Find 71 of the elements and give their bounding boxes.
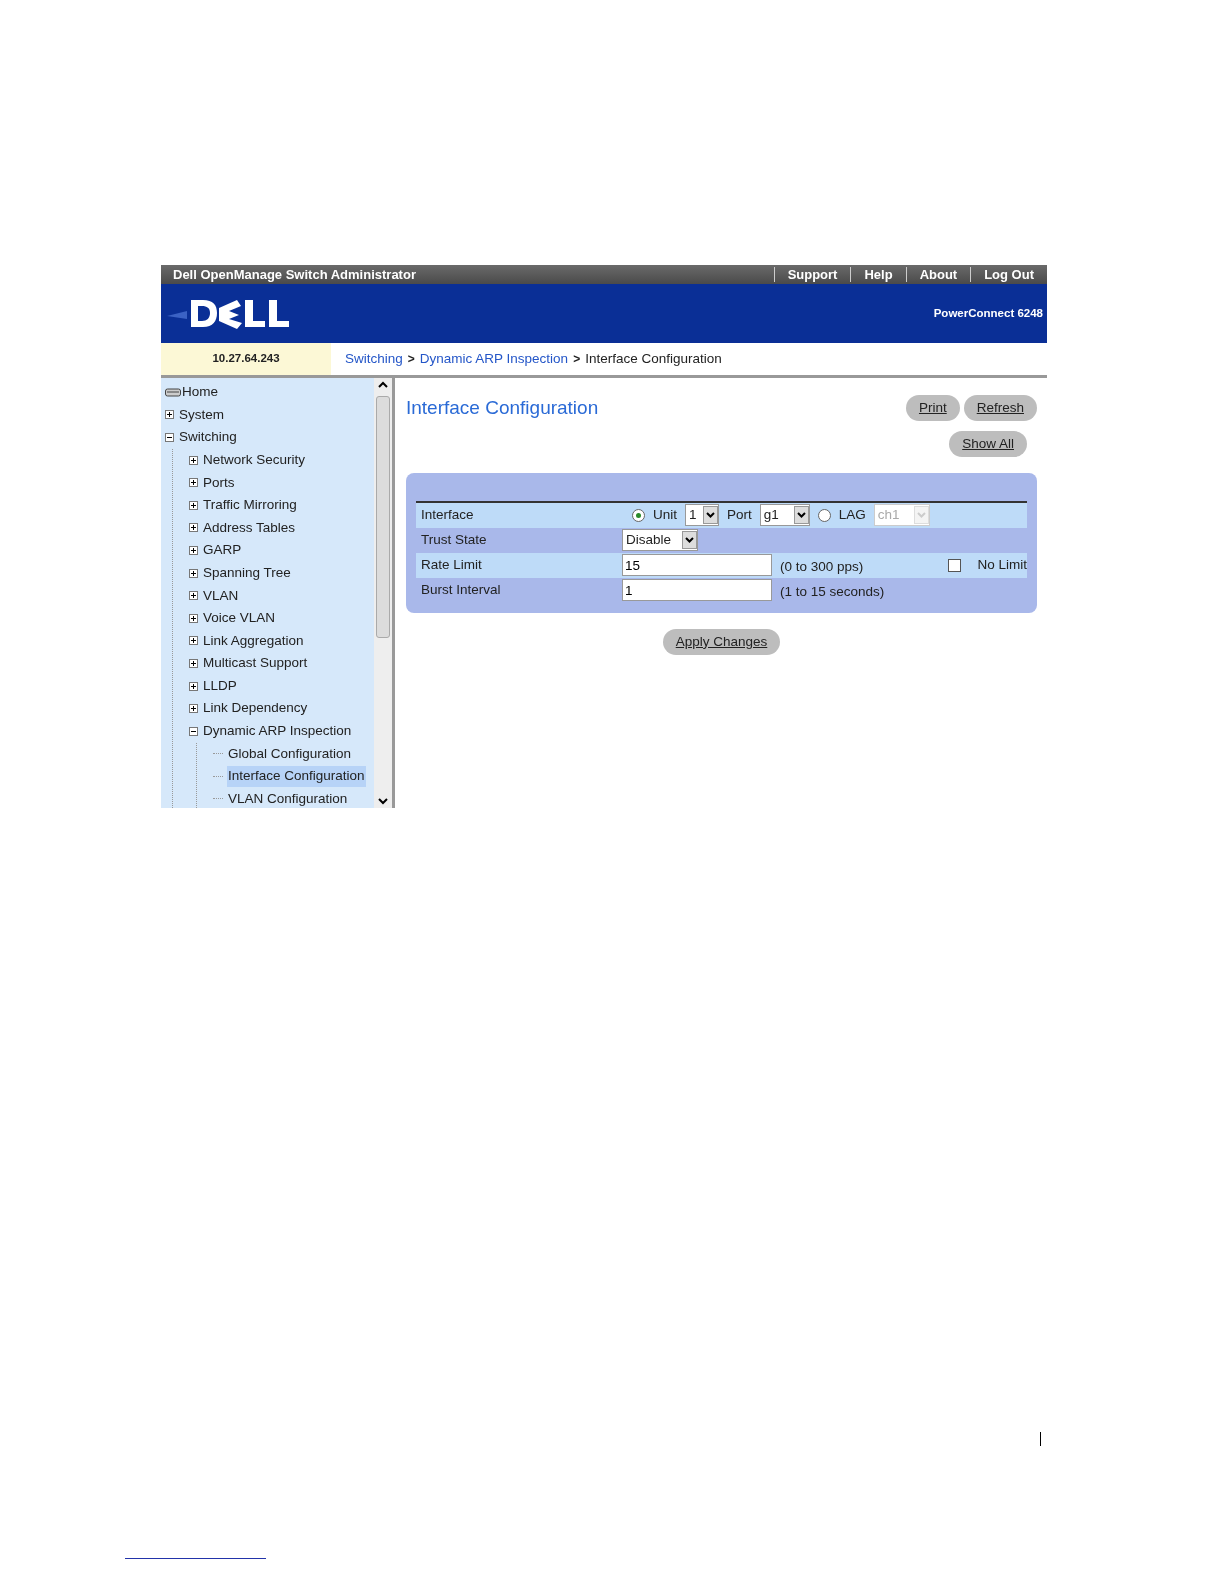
breadcrumb-link[interactable]: Switching bbox=[345, 348, 403, 370]
app-title: Dell OpenManage Switch Administrator bbox=[173, 265, 416, 284]
tree-item[interactable]: Ports bbox=[202, 472, 236, 493]
header-link[interactable]: Help bbox=[850, 267, 906, 282]
tree-item[interactable]: GARP bbox=[202, 540, 243, 561]
expand-icon[interactable] bbox=[189, 613, 198, 623]
header-link[interactable]: About bbox=[905, 267, 971, 282]
range-hint: (1 to 15 seconds) bbox=[780, 583, 885, 602]
dropdown: ch1 bbox=[873, 504, 930, 527]
collapse-icon[interactable] bbox=[189, 726, 198, 736]
collapse-icon[interactable] bbox=[165, 433, 174, 442]
expand-icon[interactable] bbox=[165, 410, 174, 420]
dropdown[interactable]: g1 bbox=[759, 504, 810, 527]
tree-item[interactable]: Voice VLAN bbox=[202, 608, 277, 629]
apply-button[interactable]: Apply Changes bbox=[662, 628, 781, 655]
expand-icon[interactable] bbox=[189, 568, 198, 578]
toolbar-button[interactable]: Refresh bbox=[963, 395, 1037, 422]
header-link[interactable]: Log Out bbox=[970, 267, 1047, 282]
option-label: Unit bbox=[653, 506, 677, 525]
tree-item[interactable]: Global Configuration bbox=[227, 743, 353, 764]
field-label: Burst Interval bbox=[420, 581, 502, 600]
field-label: Rate Limit bbox=[420, 556, 483, 575]
expand-icon[interactable] bbox=[189, 636, 198, 646]
text-input[interactable]: 15 bbox=[622, 554, 772, 577]
tree-item[interactable]: Address Tables bbox=[202, 517, 297, 538]
scrollbar[interactable] bbox=[374, 378, 392, 808]
expand-icon[interactable] bbox=[189, 523, 198, 533]
home-icon bbox=[165, 387, 181, 397]
tree-item[interactable]: Traffic Mirroring bbox=[202, 495, 298, 516]
breadcrumb-current: Interface Configuration bbox=[585, 349, 722, 368]
tree-item[interactable]: Dynamic ARP Inspection bbox=[202, 721, 353, 742]
model-name: PowerConnect 6248 bbox=[933, 305, 1043, 321]
checkbox[interactable] bbox=[948, 558, 962, 572]
option-label: Port bbox=[727, 506, 752, 525]
header-link[interactable]: Support bbox=[773, 267, 851, 282]
expand-icon[interactable] bbox=[189, 704, 198, 714]
tree-item[interactable]: LLDP bbox=[202, 675, 238, 697]
dropdown[interactable]: 1 bbox=[685, 504, 719, 527]
tree-item[interactable]: System bbox=[178, 404, 225, 425]
radio-button[interactable] bbox=[632, 508, 645, 522]
expand-icon[interactable] bbox=[189, 545, 198, 555]
expand-icon[interactable] bbox=[189, 455, 198, 465]
text-input[interactable]: 1 bbox=[622, 579, 772, 602]
tree-item[interactable]: VLAN bbox=[202, 585, 240, 606]
range-hint: (0 to 300 pps) bbox=[780, 558, 864, 577]
option-label: LAG bbox=[838, 506, 866, 525]
toolbar-button[interactable]: Print bbox=[905, 395, 960, 422]
checkbox-label: No Limit bbox=[977, 556, 1027, 575]
expand-icon[interactable] bbox=[189, 681, 198, 691]
tree-item[interactable]: Network Security bbox=[202, 449, 307, 471]
tree-item[interactable]: Home bbox=[181, 382, 219, 403]
ip-address: 10.27.64.243 bbox=[161, 343, 331, 375]
field-label: Interface bbox=[420, 506, 475, 525]
page-title: Interface Configuration bbox=[406, 396, 599, 420]
show-all-button[interactable]: Show All bbox=[949, 430, 1027, 457]
expand-icon[interactable] bbox=[189, 478, 198, 488]
breadcrumb-link[interactable]: Dynamic ARP Inspection bbox=[419, 348, 569, 370]
tree-item[interactable]: Interface Configuration bbox=[227, 766, 366, 787]
tree-item[interactable]: Link Dependency bbox=[202, 698, 309, 719]
tree-item[interactable]: Multicast Support bbox=[202, 653, 309, 674]
breadcrumb-separator: > bbox=[407, 351, 415, 368]
field-label: Trust State bbox=[420, 531, 488, 550]
tree-item[interactable]: VLAN Configuration bbox=[227, 788, 349, 808]
expand-icon[interactable] bbox=[189, 658, 198, 668]
tree-item[interactable]: Switching bbox=[178, 427, 238, 448]
breadcrumb-separator: > bbox=[573, 351, 581, 368]
tree-item[interactable]: Spanning Tree bbox=[202, 562, 292, 584]
tree-item[interactable]: Link Aggregation bbox=[202, 630, 305, 651]
dropdown[interactable]: Disable bbox=[622, 529, 698, 552]
expand-icon[interactable] bbox=[189, 591, 198, 601]
expand-icon[interactable] bbox=[189, 500, 198, 510]
